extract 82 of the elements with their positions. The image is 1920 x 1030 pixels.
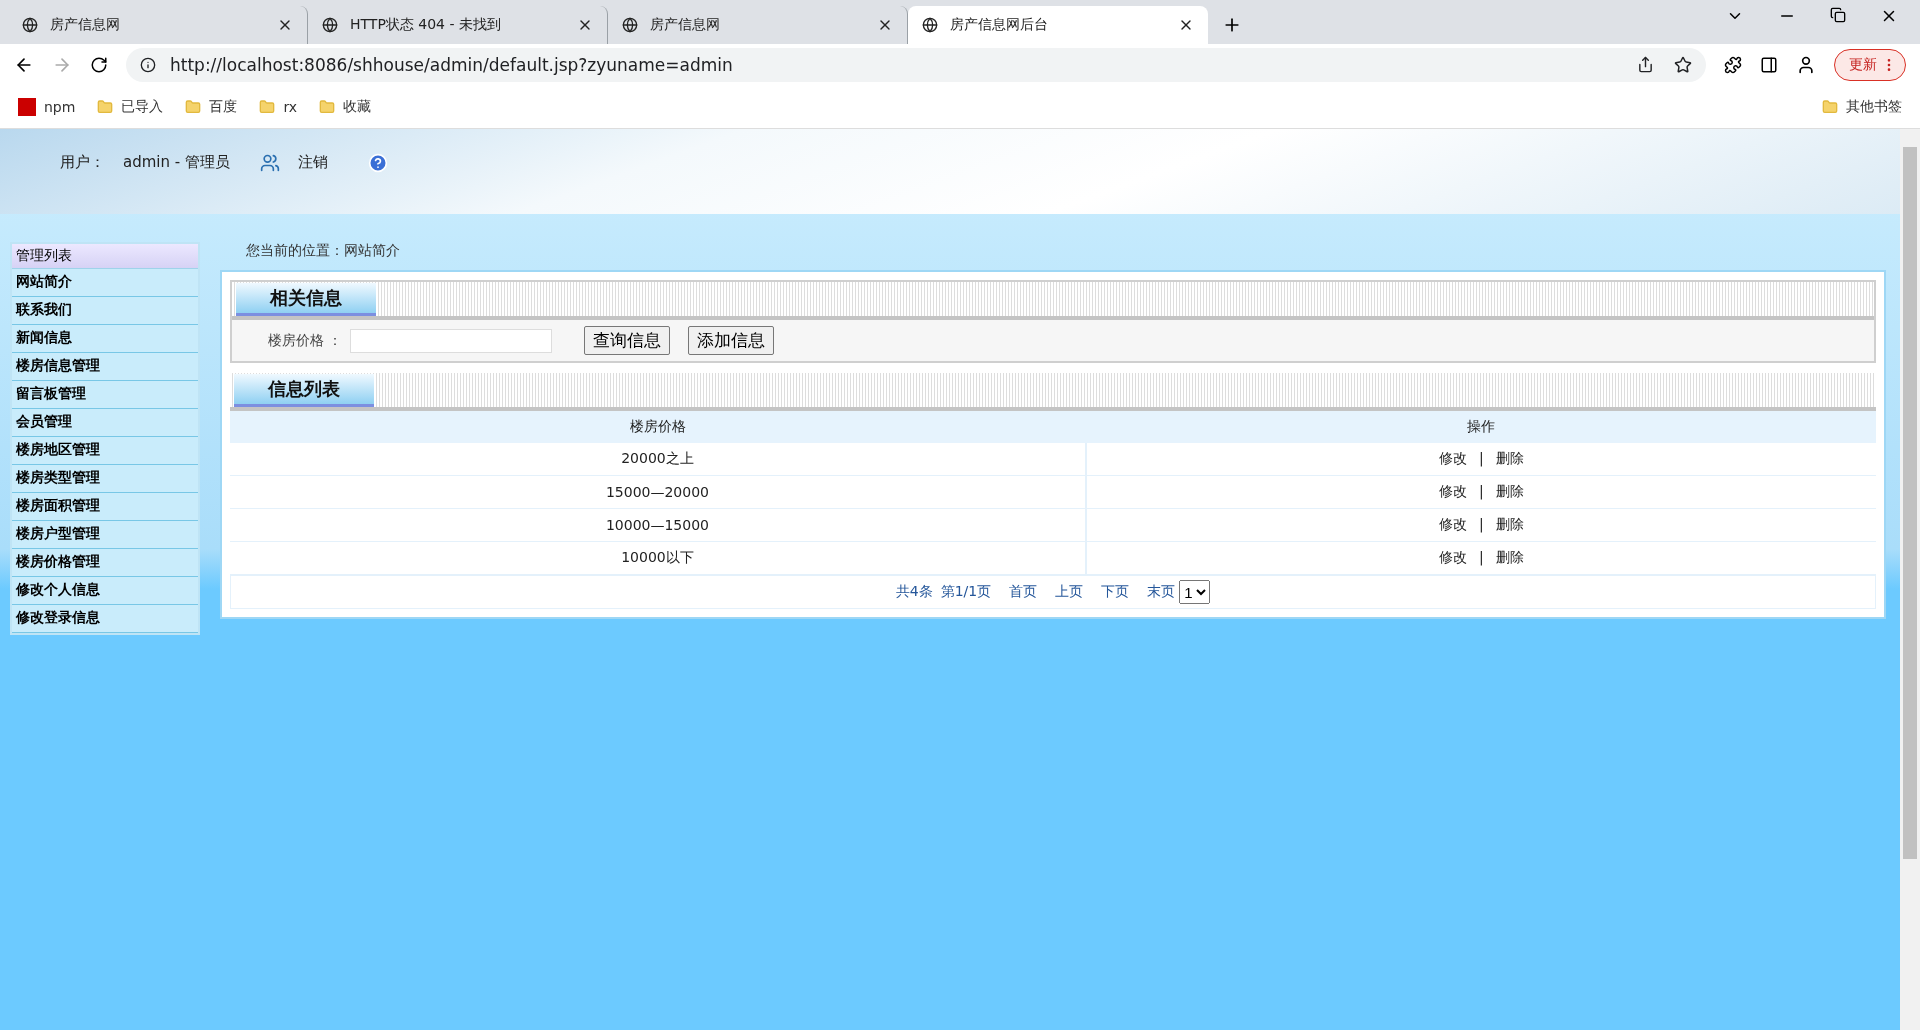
table-cell: 10000以下 [230, 541, 1086, 575]
help-icon[interactable] [367, 153, 388, 173]
browser-tab[interactable]: 房产信息网 [8, 6, 308, 44]
extensions-icon[interactable] [1724, 56, 1742, 74]
page-select[interactable]: 1 [1179, 580, 1211, 604]
separator: | [1479, 450, 1484, 466]
folder-icon [185, 99, 202, 115]
breadcrumb: 您当前的位置：网站简介 [245, 242, 401, 260]
total-count: 共4条 [895, 583, 933, 601]
reload-icon[interactable] [90, 56, 108, 74]
sidebar-item[interactable]: 修改个人信息 [12, 577, 198, 605]
scrollbar[interactable] [1900, 129, 1920, 1030]
folder-icon [97, 99, 114, 115]
folder-icon [319, 99, 336, 115]
folder-icon [259, 99, 276, 115]
pager-link[interactable]: 上页 [1055, 583, 1084, 601]
pager-link[interactable]: 首页 [1009, 583, 1038, 601]
user-label: 用户： [60, 153, 105, 172]
separator: | [1479, 483, 1484, 499]
star-icon[interactable] [1674, 56, 1692, 74]
column-header: 操作 [1085, 411, 1876, 443]
edit-link[interactable]: 修改 [1439, 450, 1468, 466]
sidebar-item[interactable]: 楼房价格管理 [12, 549, 198, 577]
action-button[interactable]: 添加信息 [688, 326, 775, 355]
table-cell: 15000—20000 [230, 475, 1086, 509]
sidebar-title: 管理列表 [12, 244, 198, 269]
edit-link[interactable]: 修改 [1439, 516, 1468, 532]
bookmark[interactable]: npm [18, 98, 76, 116]
field-label: 楼房价格 ： [268, 331, 343, 350]
npm-logo-icon [18, 98, 36, 116]
bookmark[interactable]: rx [259, 99, 298, 115]
sidebar-item[interactable]: 新闻信息 [12, 325, 198, 353]
separator: | [1479, 549, 1484, 565]
folder-icon [1822, 99, 1838, 115]
info-icon[interactable] [140, 57, 156, 73]
browser-tab[interactable]: 房产信息网后台 [908, 6, 1208, 44]
column-header: 楼房价格 [230, 411, 1086, 443]
globe-icon [922, 17, 938, 33]
delete-link[interactable]: 删除 [1495, 516, 1524, 532]
profile-icon[interactable] [1796, 55, 1816, 75]
sidebar-item[interactable]: 楼房面积管理 [12, 493, 198, 521]
sidebar-item[interactable]: 修改登录信息 [12, 605, 198, 633]
table-cell: 10000—15000 [230, 508, 1086, 542]
bookmark[interactable]: 收藏 [319, 98, 372, 116]
globe-icon [322, 17, 338, 33]
bookmark[interactable]: 百度 [185, 98, 238, 116]
user-name: admin - 管理员 [123, 153, 230, 172]
sidebar-item[interactable]: 楼房地区管理 [12, 437, 198, 465]
section-title: 信息列表 [234, 374, 374, 407]
input-field[interactable] [350, 328, 553, 353]
delete-link[interactable]: 删除 [1495, 483, 1524, 499]
sidebar-item[interactable]: 楼房信息管理 [12, 353, 198, 381]
action-button[interactable]: 查询信息 [584, 326, 671, 355]
delete-link[interactable]: 删除 [1495, 549, 1524, 565]
section-title: 相关信息 [236, 283, 376, 316]
table-cell: 20000之上 [230, 443, 1086, 476]
sidebar-item[interactable]: 会员管理 [12, 409, 198, 437]
logout-link[interactable]: 注销 [297, 153, 328, 172]
sidebar-item[interactable]: 楼房户型管理 [12, 521, 198, 549]
globe-icon [22, 17, 38, 33]
scrollbar-thumb[interactable] [1903, 147, 1917, 859]
pager-link[interactable]: 末页 [1147, 583, 1176, 601]
page-info: 第1/1页 [940, 583, 992, 601]
bookmark[interactable]: 已导入 [97, 98, 164, 116]
side-panel-icon[interactable] [1760, 56, 1778, 74]
bookmark[interactable]: 其他书签 [1822, 98, 1902, 116]
share-icon[interactable] [1637, 56, 1654, 73]
sidebar-item[interactable]: 楼房类型管理 [12, 465, 198, 493]
sidebar-item[interactable]: 留言板管理 [12, 381, 198, 409]
separator: | [1479, 516, 1484, 532]
restore-icon[interactable] [1830, 7, 1846, 23]
address-bar[interactable]: http://localhost:8086/shhouse/admin/default.jsp?zyuname=admin [126, 48, 1706, 82]
edit-link[interactable]: 修改 [1439, 549, 1468, 565]
globe-icon [622, 17, 638, 33]
browser-tab[interactable]: HTTP状态 404 - 未找到 [308, 6, 608, 44]
delete-link[interactable]: 删除 [1495, 450, 1524, 466]
update-button[interactable]: 更新 [1834, 49, 1906, 81]
sidebar-item[interactable]: 网站简介 [12, 269, 198, 297]
edit-link[interactable]: 修改 [1439, 483, 1468, 499]
sidebar-item[interactable]: 联系我们 [12, 297, 198, 325]
users-icon [259, 153, 280, 173]
pager-link[interactable]: 下页 [1101, 583, 1130, 601]
